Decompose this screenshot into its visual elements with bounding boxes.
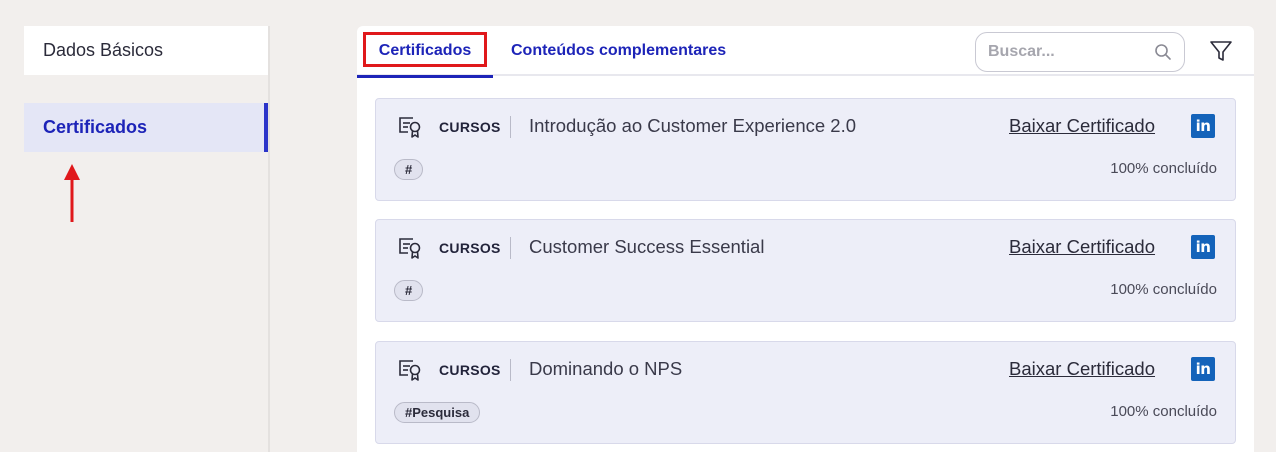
certificate-card: CURSOS Dominando o NPS Baixar Certificad… — [375, 341, 1236, 444]
divider — [510, 359, 511, 381]
course-title: Dominando o NPS — [529, 358, 683, 379]
tag-badge: # — [394, 159, 424, 180]
progress-text: 100% concluído — [1110, 160, 1217, 177]
tab-bar: Certificados Conteúdos complementares — [357, 26, 1254, 78]
sidebar-item-dados-basicos[interactable]: Dados Básicos — [24, 26, 268, 75]
content-type-label: CURSOS — [439, 362, 501, 378]
tag-badge: #Pesquisa — [394, 402, 481, 423]
certificate-icon — [399, 238, 421, 259]
tag-badge: # — [394, 280, 424, 301]
download-certificate-link[interactable]: Baixar Certificado — [1009, 115, 1155, 137]
sidebar-divider — [268, 26, 270, 452]
linkedin-icon[interactable]: in — [1191, 357, 1215, 381]
sidebar-item-label: Certificados — [43, 117, 148, 137]
download-certificate-link[interactable]: Baixar Certificado — [1009, 236, 1155, 258]
progress-text: 100% concluído — [1110, 403, 1217, 420]
download-certificate-link[interactable]: Baixar Certificado — [1009, 358, 1155, 380]
sidebar-item-certificados[interactable]: Certificados — [24, 103, 270, 152]
tab-conteudos-complementares[interactable]: Conteúdos complementares — [511, 26, 726, 76]
certificate-card: CURSOS Introdução ao Customer Experience… — [375, 98, 1236, 201]
highlight-box — [363, 32, 487, 67]
certificate-icon — [399, 360, 421, 381]
search-box — [975, 32, 1185, 72]
annotation-arrow-icon — [64, 164, 80, 222]
filter-icon[interactable] — [1209, 39, 1233, 63]
course-title: Introdução ao Customer Experience 2.0 — [529, 115, 857, 136]
divider — [510, 116, 511, 138]
content-type-label: CURSOS — [439, 119, 501, 135]
search-icon[interactable] — [1154, 43, 1172, 61]
certificate-icon — [399, 117, 421, 138]
main-panel: Certificados Conteúdos complementares CU… — [357, 26, 1254, 452]
course-title: Customer Success Essential — [529, 236, 765, 257]
linkedin-icon[interactable]: in — [1191, 114, 1215, 138]
content-type-label: CURSOS — [439, 240, 501, 256]
progress-text: 100% concluído — [1110, 281, 1217, 298]
linkedin-icon[interactable]: in — [1191, 235, 1215, 259]
divider — [510, 237, 511, 259]
search-input[interactable] — [988, 43, 1154, 61]
sidebar-item-label: Dados Básicos — [43, 40, 164, 60]
certificate-card: CURSOS Customer Success Essential Baixar… — [375, 219, 1236, 322]
tab-label: Conteúdos complementares — [511, 42, 727, 59]
